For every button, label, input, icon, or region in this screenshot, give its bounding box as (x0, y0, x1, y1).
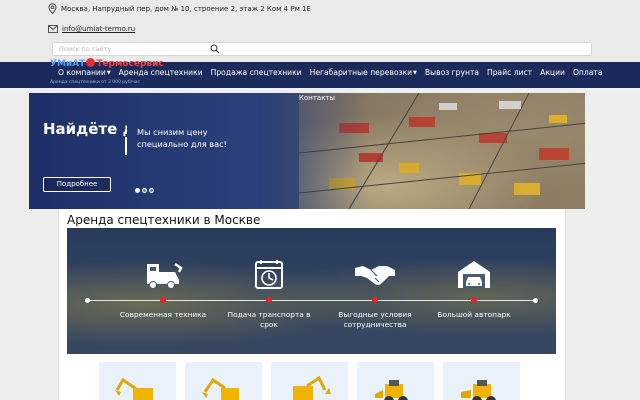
banner-fade (229, 93, 369, 209)
garage-icon (458, 261, 490, 288)
timeline-start (85, 298, 90, 303)
nav-item-oversize[interactable]: Негабаритные перевозки▼ (310, 68, 417, 77)
logo-badge-icon (86, 58, 96, 67)
features-panel: Современная техника Подача транспорта в … (67, 228, 556, 354)
nav-item-contacts[interactable]: Контакты (299, 94, 335, 102)
banner-more-button[interactable]: Подробнее (43, 177, 111, 192)
nav-item-rent[interactable]: Аренда спецтехники (119, 68, 203, 77)
nav-item-price[interactable]: Прайс лист (487, 68, 532, 77)
feature-dot (471, 297, 477, 303)
slider-dot-3[interactable] (149, 188, 154, 193)
logo-tagline: Аренда спецтехники от 3 000 руб/час (50, 80, 141, 85)
loader-icon (461, 380, 496, 400)
banner-subtitle: Мы снизим цену специально для вас! (137, 127, 227, 149)
feature-good-terms: Выгодные условия сотрудничества (325, 258, 425, 329)
page-title: Аренда спецтехники в Москве (67, 213, 261, 227)
email-row: info@umiat-termo.ru (48, 25, 135, 33)
feature-big-fleet: Большой автопарк (424, 258, 524, 319)
equipment-card[interactable] (99, 362, 176, 400)
nav-item-promo[interactable]: Акции (540, 68, 565, 77)
feature-text: Подача транспорта в срок (227, 310, 311, 329)
feature-text: Большой автопарк (437, 310, 511, 319)
equipment-thumbnails (99, 362, 529, 400)
truck-icon (147, 262, 183, 289)
features-photo (67, 228, 556, 354)
search-input[interactable] (59, 44, 199, 54)
feature-text: Современная техника (119, 310, 207, 319)
nav-item-soil[interactable]: Вывоз грунта (425, 68, 479, 77)
calendar-clock-icon (255, 260, 283, 289)
search-icon[interactable] (210, 44, 220, 54)
excavator-icon (293, 376, 331, 400)
mail-icon (48, 25, 58, 33)
timeline-end (533, 298, 538, 303)
excavator-icon (202, 377, 239, 400)
feature-on-time: Подача транспорта в срок (219, 258, 319, 329)
chevron-down-icon: ▼ (106, 70, 111, 76)
nav-bottom-strip (0, 88, 640, 91)
map-pin-icon (48, 3, 57, 14)
feature-modern-equipment: Современная техника (113, 258, 213, 319)
chevron-down-icon: ▼ (413, 70, 417, 76)
equipment-card[interactable] (271, 362, 348, 400)
equipment-card[interactable] (185, 362, 262, 400)
nav-item-payment[interactable]: Оплата (573, 68, 603, 77)
address-text: Москва, Напрудный пер, дом № 10, строени… (61, 4, 311, 13)
loader-icon (375, 380, 408, 400)
address-row: Москва, Напрудный пер, дом № 10, строени… (48, 3, 311, 14)
search-box (52, 42, 592, 56)
promo-banner: Найдёте дешевле Мы снизим цену специальн… (29, 93, 585, 209)
nav-item-sale[interactable]: Продажа спецтехники (211, 68, 302, 77)
slider-dot-2[interactable] (142, 188, 147, 193)
feature-dot (160, 297, 166, 303)
equipment-card[interactable] (357, 362, 434, 400)
slider-dot-1[interactable] (135, 188, 140, 193)
banner-title: Найдёте дешевле (43, 120, 127, 138)
top-info-bar: Москва, Напрудный пер, дом № 10, строени… (0, 0, 640, 62)
feature-dot (266, 297, 272, 303)
excavator-icon (115, 377, 153, 400)
handshake-icon (355, 266, 395, 285)
features-timeline (87, 300, 537, 301)
nav-item-about[interactable]: О компании▼ (58, 68, 111, 77)
banner-divider (125, 137, 127, 155)
equipment-card[interactable] (443, 362, 520, 400)
email-link[interactable]: info@umiat-termo.ru (62, 25, 135, 33)
feature-text: Выгодные условия сотрудничества (338, 310, 412, 329)
feature-dot (372, 297, 378, 303)
slider-dots (135, 188, 156, 193)
nav-menu: О компании▼ Аренда спецтехники Продажа с… (58, 68, 610, 77)
